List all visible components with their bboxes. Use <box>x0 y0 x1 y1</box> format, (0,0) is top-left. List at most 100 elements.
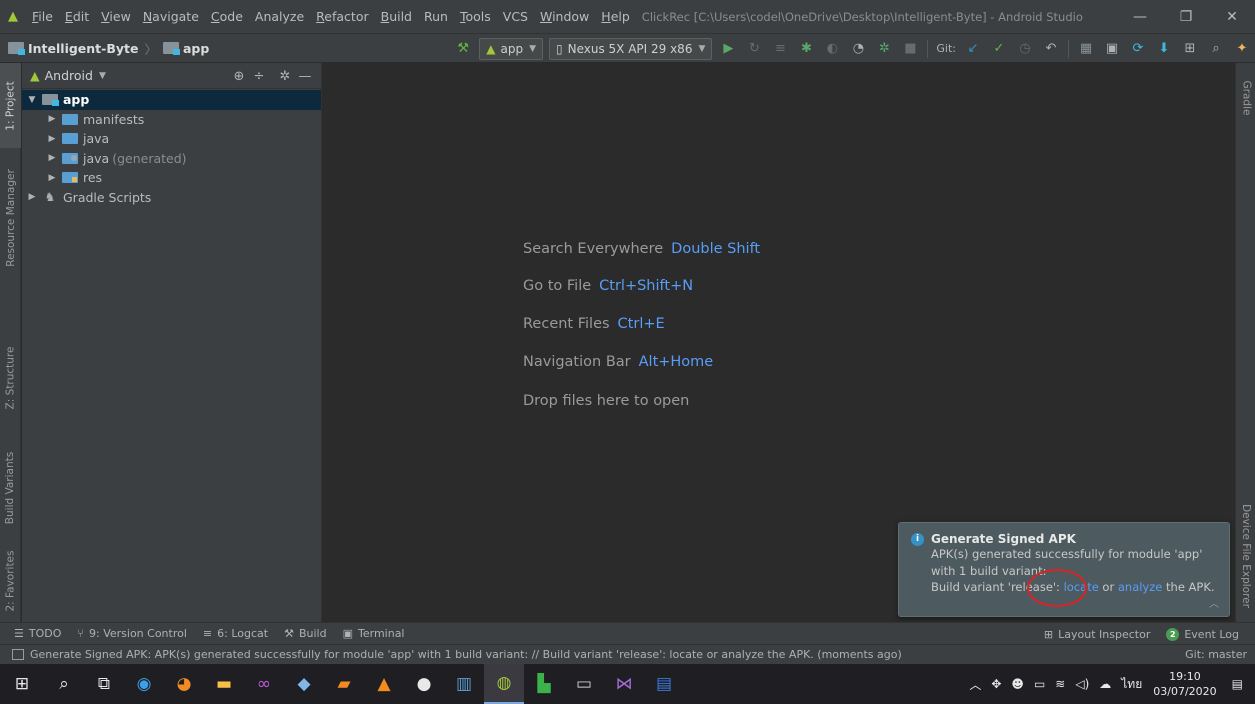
avd-manager-icon[interactable]: ▣ <box>1100 37 1124 61</box>
firefox-icon[interactable]: ◕ <box>164 664 204 704</box>
tree-node-res[interactable]: ▶ res <box>22 168 321 188</box>
apply-changes-icon[interactable]: ↻ <box>742 37 766 61</box>
collapsed-arrow-icon[interactable]: ▶ <box>46 134 58 144</box>
search-icon[interactable]: ⌕ <box>1204 37 1228 61</box>
git-rollback-icon[interactable]: ↶ <box>1039 37 1063 61</box>
tab-favorites[interactable]: 2: Favorites <box>0 541 21 621</box>
debug-icon[interactable]: ✱ <box>794 37 818 61</box>
battery-icon[interactable]: ▭ <box>1034 677 1045 691</box>
android-studio-assistant-icon[interactable]: ✦ <box>1230 37 1254 61</box>
app-cube-icon[interactable]: ◆ <box>284 664 324 704</box>
collapsed-arrow-icon[interactable]: ▶ <box>26 192 38 202</box>
tab-project[interactable]: 1: Project <box>0 63 21 148</box>
android-studio-taskbar-icon[interactable]: ◍ <box>484 664 524 704</box>
make-project-hammer-icon[interactable]: ⚒ <box>451 37 475 61</box>
git-update-icon[interactable]: ↙ <box>961 37 985 61</box>
device-select[interactable]: ▯ Nexus 5X API 29 x86 ▼ <box>549 37 713 60</box>
edge-browser-icon[interactable]: ◉ <box>124 664 164 704</box>
onedrive-icon[interactable]: ☁ <box>1099 677 1111 691</box>
close-icon[interactable]: ✕ <box>1209 0 1255 34</box>
collapse-notification-icon[interactable]: ︿ <box>1209 595 1219 610</box>
toggle-tool-windows-icon[interactable] <box>12 649 24 660</box>
stop-icon[interactable]: ■ <box>898 37 922 61</box>
dropbox-icon[interactable]: ✥ <box>991 677 1001 691</box>
chrome-like-icon[interactable]: ∞ <box>244 664 284 704</box>
tab-resource-manager[interactable]: Resource Manager <box>0 153 21 283</box>
menu-file[interactable]: File <box>26 0 59 34</box>
tab-device-file-explorer[interactable]: Device File Explorer <box>1236 493 1255 618</box>
breadcrumb-project[interactable]: Intelligent-Byte <box>28 41 138 56</box>
calculator-icon[interactable]: ▥ <box>444 664 484 704</box>
file-explorer-icon[interactable]: ▬ <box>204 664 244 704</box>
analyze-link[interactable]: analyze <box>1118 580 1163 594</box>
breadcrumb-module[interactable]: app <box>183 41 209 56</box>
github-icon[interactable]: ● <box>404 664 444 704</box>
menu-code[interactable]: Code <box>205 0 249 34</box>
sdk-manager-icon[interactable]: ⬇ <box>1152 37 1176 61</box>
wifi-icon[interactable]: ≋ <box>1055 677 1065 691</box>
terminal-button[interactable]: ▣ Terminal <box>335 627 413 640</box>
gear-icon[interactable]: ✲ <box>275 69 295 84</box>
tree-node-java[interactable]: ▶ java <box>22 129 321 149</box>
tab-gradle[interactable]: Gradle <box>1236 68 1255 128</box>
version-control-button[interactable]: ⑂ 9: Version Control <box>69 627 195 640</box>
show-hidden-icons-icon[interactable]: ︿ <box>969 676 981 693</box>
volume-icon[interactable]: ◁) <box>1075 677 1089 691</box>
profile-icon[interactable]: ◔ <box>846 37 870 61</box>
hide-panel-icon[interactable]: — <box>295 69 315 84</box>
tree-node-manifests[interactable]: ▶ manifests <box>22 110 321 130</box>
collapse-all-icon[interactable]: ÷ <box>249 69 269 84</box>
collapsed-arrow-icon[interactable]: ▶ <box>46 114 58 124</box>
git-branch[interactable]: Git: master <box>1185 648 1247 661</box>
run-icon[interactable]: ▶ <box>716 37 740 61</box>
sublime-text-icon[interactable]: ▰ <box>324 664 364 704</box>
pycharm-icon[interactable]: ▙ <box>524 664 564 704</box>
menu-edit[interactable]: Edit <box>59 0 95 34</box>
layout-inspector-button[interactable]: ⊞ Layout Inspector <box>1036 628 1158 641</box>
minimize-icon[interactable]: — <box>1117 0 1163 34</box>
menu-run[interactable]: Run <box>418 0 454 34</box>
run-with-coverage-icon[interactable]: ◐ <box>820 37 844 61</box>
git-history-icon[interactable]: ◷ <box>1013 37 1037 61</box>
notifications-icon[interactable]: ▤ <box>1232 677 1243 691</box>
expanded-arrow-icon[interactable]: ▼ <box>26 95 38 105</box>
people-icon[interactable]: ☻ <box>1011 677 1024 691</box>
menu-refactor[interactable]: Refactor <box>310 0 374 34</box>
logcat-button[interactable]: ≡ 6: Logcat <box>195 627 276 640</box>
tree-node-app[interactable]: ▼ app <box>22 90 321 110</box>
menu-tools[interactable]: Tools <box>454 0 497 34</box>
project-structure-icon[interactable]: ▦ <box>1074 37 1098 61</box>
menu-navigate[interactable]: Navigate <box>137 0 205 34</box>
search-icon[interactable]: ⌕ <box>44 664 84 704</box>
tab-structure[interactable]: Z: Structure <box>0 333 21 423</box>
clock[interactable]: 19:10 03/07/2020 <box>1153 669 1216 699</box>
collapsed-arrow-icon[interactable]: ▶ <box>46 153 58 163</box>
task-view-icon[interactable]: ⧉ <box>84 664 124 704</box>
menu-help[interactable]: Help <box>595 0 636 34</box>
input-language[interactable]: ไทย <box>1121 675 1142 694</box>
menu-analyze[interactable]: Analyze <box>249 0 310 34</box>
event-log-button[interactable]: 2 Event Log <box>1158 627 1247 641</box>
menu-view[interactable]: View <box>95 0 137 34</box>
menu-build[interactable]: Build <box>375 0 418 34</box>
word-icon[interactable]: ▤ <box>644 664 684 704</box>
apply-code-changes-icon[interactable]: ≡ <box>768 37 792 61</box>
git-commit-icon[interactable]: ✓ <box>987 37 1011 61</box>
tab-build-variants[interactable]: Build Variants <box>0 433 21 543</box>
locate-file-icon[interactable]: ⊕ <box>229 69 249 84</box>
tree-node-java-generated[interactable]: ▶ java (generated) <box>22 149 321 169</box>
menu-window[interactable]: Window <box>534 0 595 34</box>
tree-node-gradle-scripts[interactable]: ▶ ♞ Gradle Scripts <box>22 188 321 208</box>
restore-icon[interactable]: ❐ <box>1163 0 1209 34</box>
build-button[interactable]: ⚒ Build <box>276 627 335 640</box>
collapsed-arrow-icon[interactable]: ▶ <box>46 173 58 183</box>
project-view-select[interactable]: ▲ Android ▼ <box>30 68 106 83</box>
vlc-icon[interactable]: ▲ <box>364 664 404 704</box>
todo-button[interactable]: ☰ TODO <box>0 627 69 640</box>
menu-vcs[interactable]: VCS <box>497 0 534 34</box>
sync-gradle-icon[interactable]: ⟳ <box>1126 37 1150 61</box>
status-message[interactable]: Generate Signed APK: APK(s) generated su… <box>30 648 902 661</box>
run-configuration-select[interactable]: ▲ app ▼ <box>479 37 543 60</box>
visual-studio-icon[interactable]: ⋈ <box>604 664 644 704</box>
attach-debugger-icon[interactable]: ✲ <box>872 37 896 61</box>
